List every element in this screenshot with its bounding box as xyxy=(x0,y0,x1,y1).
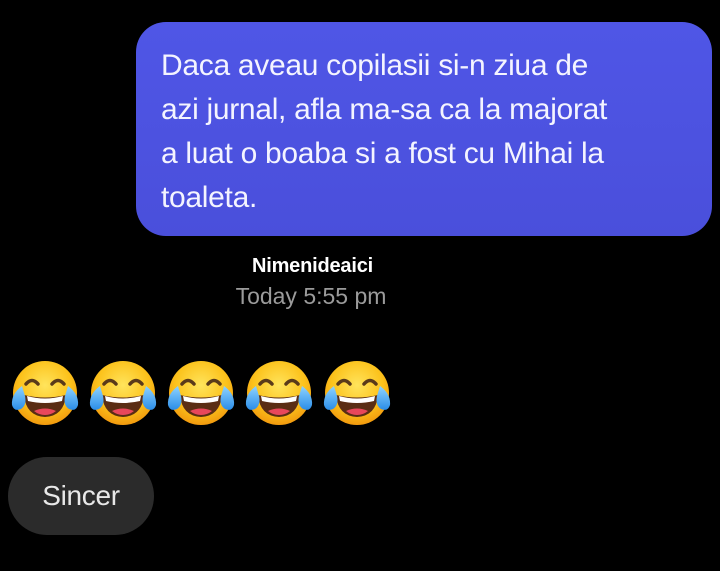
sent-message-bubble[interactable]: Daca aveau copilasii si-n ziua de azi ju… xyxy=(136,22,712,236)
message-timestamp: Today 5:55 pm xyxy=(235,283,387,309)
face-with-tears-of-joy-icon xyxy=(244,359,314,427)
sender-name: Nimenideaici xyxy=(252,255,373,277)
face-with-tears-of-joy-icon xyxy=(88,359,158,427)
message-line: Daca aveau copilasii si-n ziua de xyxy=(161,49,589,82)
received-message-bubble[interactable]: Sincer xyxy=(8,457,154,535)
emoji-message[interactable] xyxy=(8,356,394,430)
message-line: toaleta. xyxy=(161,181,258,214)
face-with-tears-of-joy-icon xyxy=(322,359,392,427)
message-line: a luat o boaba si a fost cu Mihai la xyxy=(161,137,604,170)
message-line: azi jurnal, afla ma-sa ca la majorat xyxy=(161,93,608,126)
face-with-tears-of-joy-icon xyxy=(10,359,80,427)
chat-screen: Daca aveau copilasii si-n ziua de azi ju… xyxy=(0,0,720,571)
face-with-tears-of-joy-icon xyxy=(166,359,236,427)
